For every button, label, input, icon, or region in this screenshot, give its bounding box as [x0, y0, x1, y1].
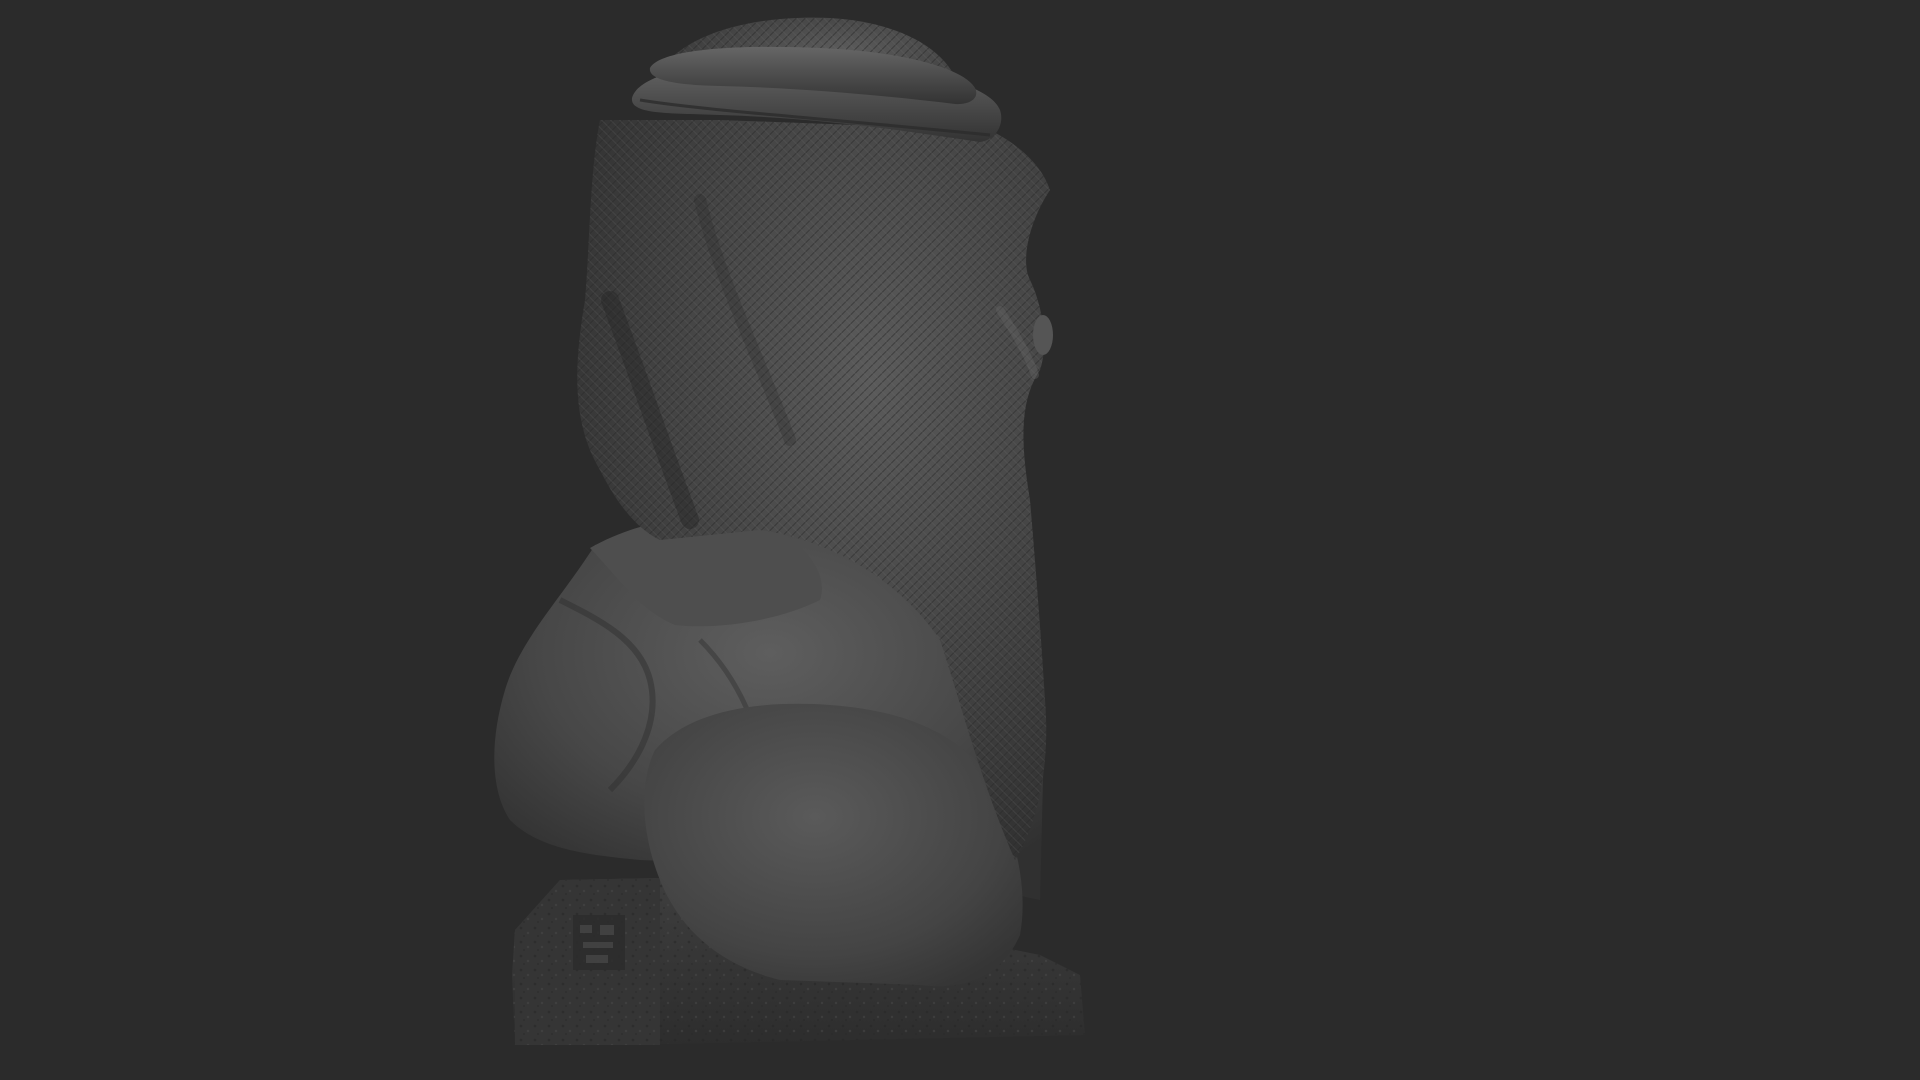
sculpt-viewport[interactable] [0, 0, 1920, 1080]
bust-render [494, 17, 1085, 1045]
